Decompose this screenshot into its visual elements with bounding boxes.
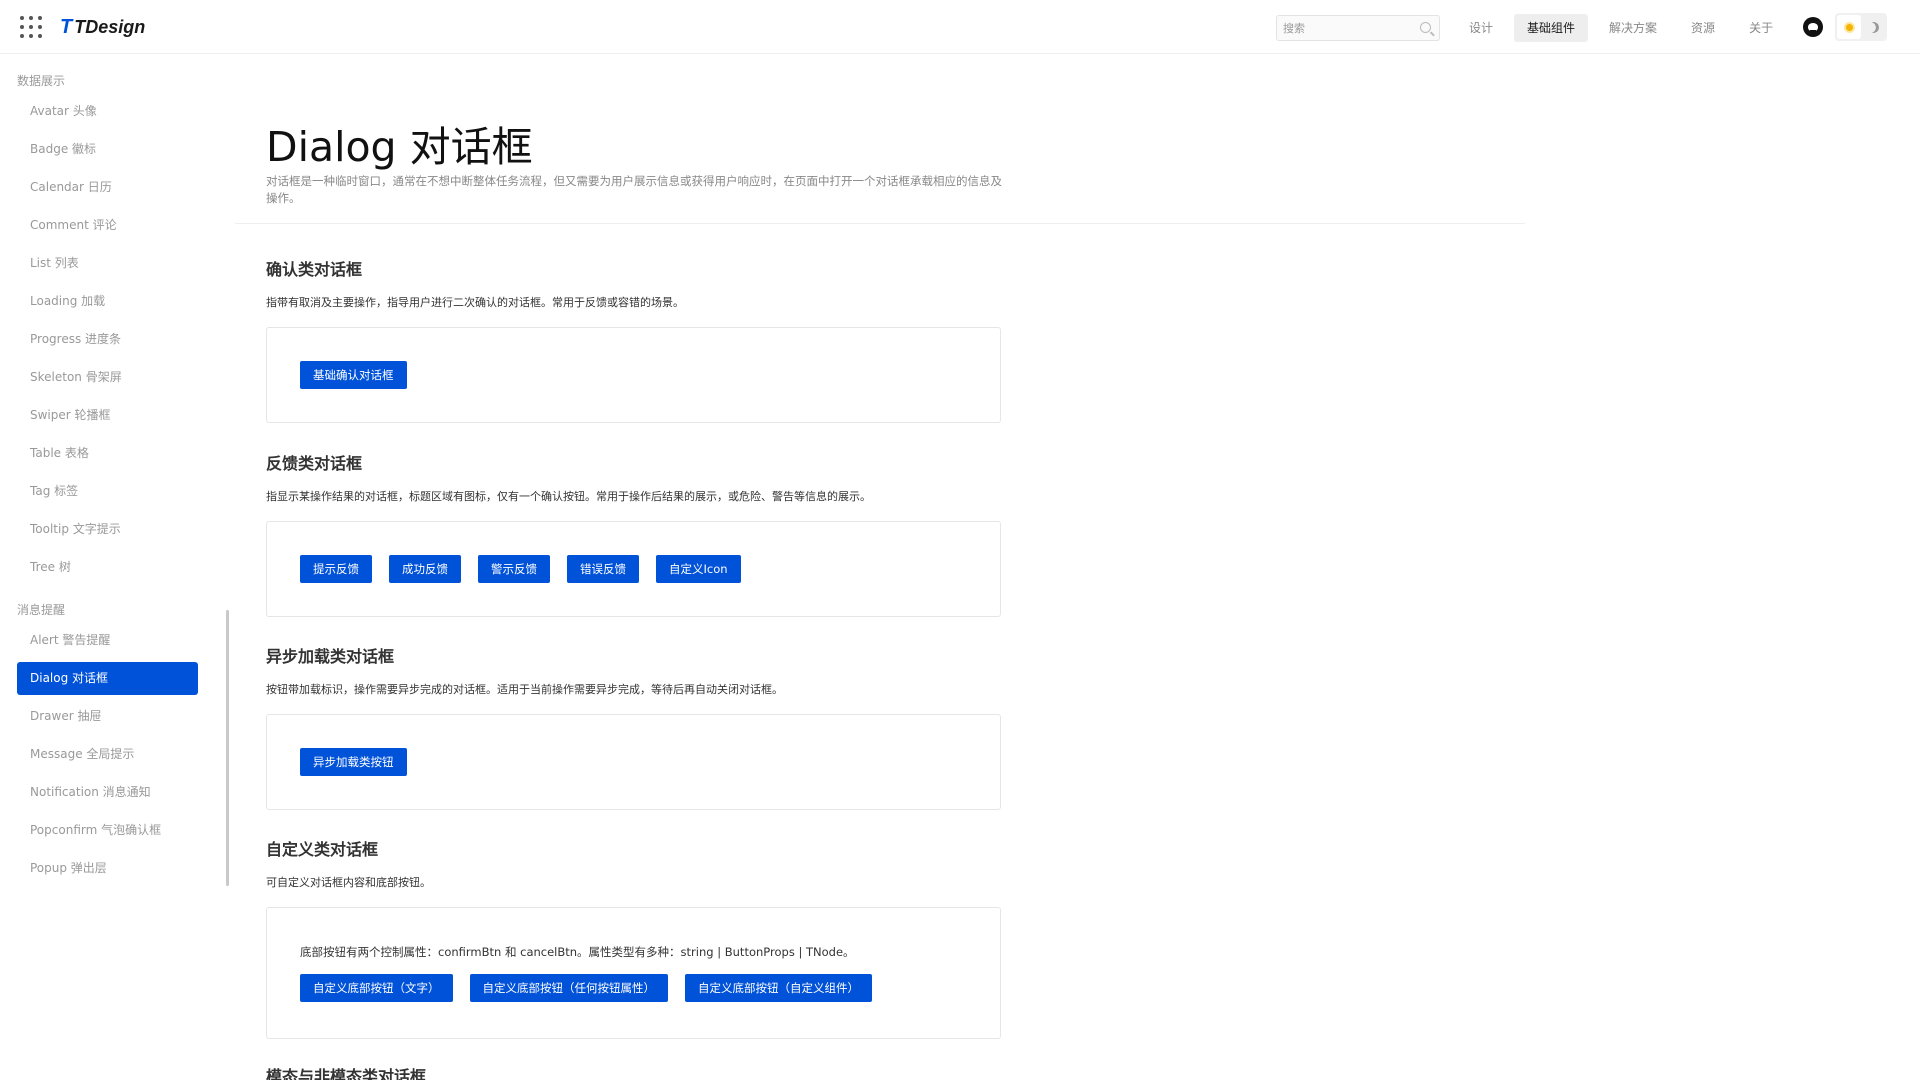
sidebar-item-avatar[interactable]: Avatar 头像	[17, 95, 198, 128]
sidebar-group-title: 数据展示	[17, 74, 66, 88]
sidebar-item-list[interactable]: List 列表	[17, 247, 198, 280]
sidebar-item-notification[interactable]: Notification 消息通知	[17, 776, 198, 809]
sidebar-item-badge[interactable]: Badge 徽标	[17, 133, 198, 166]
dark-theme-button[interactable]	[1861, 15, 1885, 39]
error-feedback-button[interactable]: 错误反馈	[567, 555, 639, 583]
logo-text: TDesign	[74, 16, 146, 37]
nav-item-components[interactable]: 基础组件	[1514, 14, 1589, 42]
section-modal-dialog: 模态与非模态类对话框	[266, 1065, 1001, 1080]
demo-box: 异步加载类按钮	[266, 714, 1001, 810]
page-description: 对话框是一种临时窗口，通常在不想中断整体任务流程，但又需要为用户展示信息或获得用…	[266, 174, 1002, 205]
light-theme-button[interactable]	[1837, 15, 1861, 39]
sidebar-item-comment[interactable]: Comment 评论	[17, 209, 198, 242]
section-description: 指显示某操作结果的对话框，标题区域有图标，仅有一个确认按钮。常用于操作后结果的展…	[266, 490, 871, 503]
github-icon[interactable]	[1803, 17, 1823, 37]
warning-feedback-button[interactable]: 警示反馈	[478, 555, 550, 583]
section-description: 指带有取消及主要操作，指导用户进行二次确认的对话框。常用于反馈或容错的场景。	[266, 296, 684, 309]
sidebar-item-alert[interactable]: Alert 警告提醒	[17, 624, 198, 657]
custom-icon-button[interactable]: 自定义Icon	[656, 555, 741, 583]
sidebar-item-message[interactable]: Message 全局提示	[17, 738, 198, 771]
top-nav: 设计 基础组件 解决方案 资源 关于	[1456, 14, 1794, 42]
page-header: Dialog 对话框 对话框是一种临时窗口，通常在不想中断整体任务流程，但又需要…	[235, 55, 1525, 224]
main-content: Dialog 对话框 对话框是一种临时窗口，通常在不想中断整体任务流程，但又需要…	[235, 55, 1525, 1080]
success-feedback-button[interactable]: 成功反馈	[389, 555, 461, 583]
logo-mark: T	[60, 15, 73, 38]
sun-icon	[1845, 23, 1853, 31]
sidebar-item-dialog[interactable]: Dialog 对话框	[17, 662, 198, 695]
async-loading-button[interactable]: 异步加载类按钮	[300, 748, 407, 776]
sidebar-item-drawer[interactable]: Drawer 抽屉	[17, 700, 198, 733]
moon-icon	[1866, 20, 1880, 34]
sidebar-item-tooltip[interactable]: Tooltip 文字提示	[17, 513, 198, 546]
sidebar-item-swiper[interactable]: Swiper 轮播框	[17, 399, 198, 432]
basic-confirm-dialog-button[interactable]: 基础确认对话框	[300, 361, 407, 389]
sidebar: 数据展示 Avatar 头像 Badge 徽标 Calendar 日历 Comm…	[0, 55, 230, 1080]
sidebar-item-tag[interactable]: Tag 标签	[17, 475, 198, 508]
nav-item-resources[interactable]: 资源	[1678, 14, 1728, 42]
section-title: 异步加载类对话框	[266, 647, 395, 666]
nav-item-design[interactable]: 设计	[1456, 14, 1506, 42]
section-custom-dialog: 自定义类对话框 可自定义对话框内容和底部按钮。 底部按钮有两个控制属性：conf…	[266, 838, 1001, 1039]
custom-footer-props-button[interactable]: 自定义底部按钮（任何按钮属性）	[469, 974, 668, 1002]
sidebar-item-skeleton[interactable]: Skeleton 骨架屏	[17, 361, 198, 394]
section-async-dialog: 异步加载类对话框 按钮带加载标识，操作需要异步完成的对话框。适用于当前操作需要异…	[266, 645, 1001, 810]
sidebar-item-popconfirm[interactable]: Popconfirm 气泡确认框	[17, 814, 198, 847]
sidebar-item-progress[interactable]: Progress 进度条	[17, 323, 198, 356]
section-title: 自定义类对话框	[266, 840, 379, 859]
demo-text: 底部按钮有两个控制属性：confirmBtn 和 cancelBtn。属性类型有…	[300, 945, 855, 959]
sidebar-scrollbar[interactable]	[226, 610, 229, 886]
section-title: 确认类对话框	[266, 260, 363, 279]
search-icon[interactable]	[1420, 22, 1431, 33]
demo-box: 提示反馈 成功反馈 警示反馈 错误反馈 自定义Icon	[266, 521, 1001, 617]
sidebar-item-popup[interactable]: Popup 弹出层	[17, 852, 198, 885]
sidebar-group-title: 消息提醒	[17, 603, 66, 617]
demo-box: 基础确认对话框	[266, 327, 1001, 423]
section-feedback-dialog: 反馈类对话框 指显示某操作结果的对话框，标题区域有图标，仅有一个确认按钮。常用于…	[266, 452, 1001, 617]
search-box	[1276, 15, 1440, 41]
demo-box: 底部按钮有两个控制属性：confirmBtn 和 cancelBtn。属性类型有…	[266, 907, 1001, 1039]
nav-item-about[interactable]: 关于	[1736, 14, 1786, 42]
section-title: 模态与非模态类对话框	[266, 1067, 427, 1080]
apps-grid-icon[interactable]	[20, 16, 42, 38]
top-header: T TDesign 设计 基础组件 解决方案 资源 关于	[0, 0, 1920, 54]
custom-footer-component-button[interactable]: 自定义底部按钮（自定义组件）	[685, 974, 872, 1002]
sidebar-item-loading[interactable]: Loading 加载	[17, 285, 198, 318]
section-title: 反馈类对话框	[266, 454, 363, 473]
nav-item-solutions[interactable]: 解决方案	[1596, 14, 1670, 42]
theme-toggle	[1835, 13, 1887, 41]
page-title: Dialog 对话框	[266, 123, 533, 171]
search-input[interactable]	[1277, 16, 1411, 40]
logo[interactable]: T TDesign	[60, 14, 145, 40]
sidebar-item-table[interactable]: Table 表格	[17, 437, 198, 470]
section-confirm-dialog: 确认类对话框 指带有取消及主要操作，指导用户进行二次确认的对话框。常用于反馈或容…	[266, 258, 1001, 423]
custom-footer-text-button[interactable]: 自定义底部按钮（文字）	[300, 974, 453, 1002]
section-description: 可自定义对话框内容和底部按钮。	[266, 876, 431, 889]
sidebar-item-calendar[interactable]: Calendar 日历	[17, 171, 198, 204]
section-description: 按钮带加载标识，操作需要异步完成的对话框。适用于当前操作需要异步完成，等待后再自…	[266, 683, 783, 696]
info-feedback-button[interactable]: 提示反馈	[300, 555, 372, 583]
sidebar-item-tree[interactable]: Tree 树	[17, 551, 198, 584]
